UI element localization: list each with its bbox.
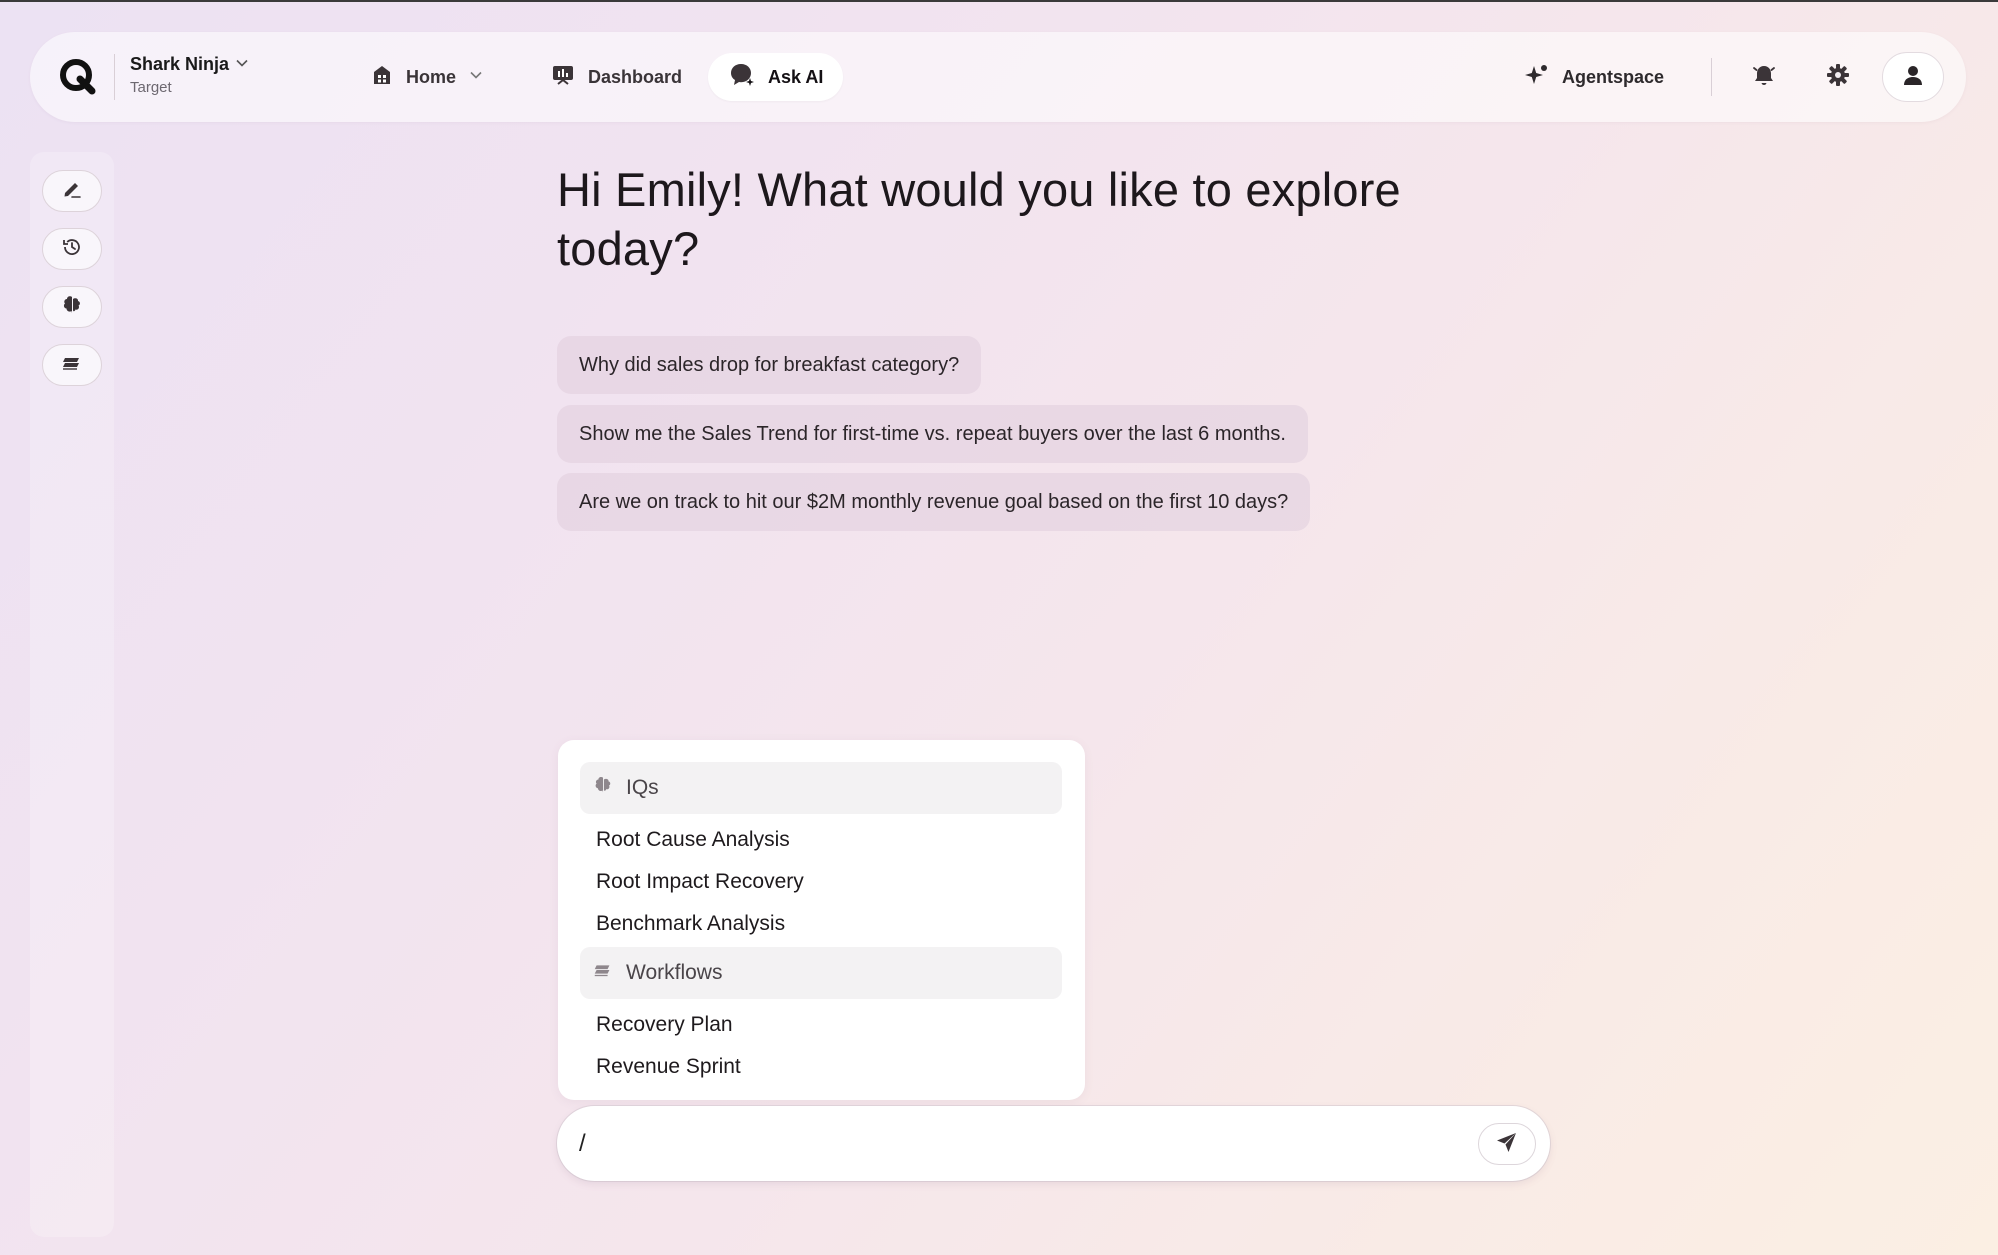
menu-section-iqs: IQs <box>580 762 1062 814</box>
menu-item[interactable]: Root Cause Analysis <box>596 828 790 852</box>
workflows-button[interactable] <box>42 344 102 386</box>
suggestion-chip[interactable]: Are we on track to hit our $2M monthly r… <box>557 473 1311 531</box>
chat-composer <box>557 1106 1550 1181</box>
suggestion-chip[interactable]: Why did sales drop for breakfast categor… <box>557 336 982 394</box>
layers-icon <box>60 351 84 380</box>
send-icon <box>1495 1130 1519 1159</box>
window-top-border <box>0 0 1998 2</box>
agentspace-button[interactable]: Agentspace <box>1508 53 1680 101</box>
app-logo-icon[interactable] <box>54 53 102 101</box>
gear-icon <box>1825 62 1851 93</box>
menu-item[interactable]: Revenue Sprint <box>596 1055 741 1079</box>
nav-ask-ai-label: Ask AI <box>768 66 824 87</box>
iqs-button[interactable] <box>42 286 102 328</box>
nav-divider <box>1711 58 1712 96</box>
chevron-down-icon <box>235 54 249 75</box>
menu-item[interactable]: Recovery Plan <box>596 1013 733 1037</box>
workspace-name: Shark Ninja <box>130 54 230 74</box>
chat-input[interactable] <box>579 1124 1459 1164</box>
history-icon <box>60 235 84 264</box>
send-button[interactable] <box>1478 1123 1536 1165</box>
dashboard-icon <box>550 62 576 93</box>
nav-dashboard-label: Dashboard <box>588 66 683 87</box>
brand-divider <box>114 54 115 100</box>
top-navigation-bar: Shark Ninja Target Home Dashboard Ask AI… <box>30 32 1966 122</box>
suggestion-chip[interactable]: Show me the Sales Trend for first-time v… <box>557 405 1308 463</box>
slash-command-menu: IQs Root Cause Analysis Root Impact Reco… <box>558 740 1085 1100</box>
user-profile-button[interactable] <box>1882 52 1944 102</box>
new-chat-button[interactable] <box>42 170 102 212</box>
nav-home-label: Home <box>406 66 457 87</box>
pencil-icon <box>61 178 83 205</box>
brain-icon <box>592 774 614 802</box>
user-avatar-icon <box>1900 62 1926 93</box>
settings-button[interactable] <box>1814 53 1862 101</box>
layers-icon <box>592 959 614 987</box>
menu-item[interactable]: Benchmark Analysis <box>596 912 785 936</box>
chevron-down-icon <box>468 67 484 88</box>
menu-section-workflows: Workflows <box>580 947 1062 999</box>
ask-ai-icon <box>728 61 756 94</box>
menu-item[interactable]: Root Impact Recovery <box>596 870 804 894</box>
menu-section-title: Workflows <box>626 961 723 984</box>
workspace-subtitle: Target <box>130 79 172 96</box>
history-button[interactable] <box>42 228 102 270</box>
left-sidebar <box>30 152 114 1237</box>
notifications-button[interactable] <box>1740 53 1788 101</box>
sparkle-icon <box>1524 62 1550 93</box>
home-icon <box>370 63 394 92</box>
menu-section-title: IQs <box>626 776 659 799</box>
brain-icon <box>60 293 84 322</box>
nav-ask-ai[interactable]: Ask AI <box>708 53 844 101</box>
nav-dashboard[interactable]: Dashboard <box>530 53 702 101</box>
page-greeting: Hi Emily! What would you like to explore… <box>557 163 1401 275</box>
agentspace-label: Agentspace <box>1562 66 1665 87</box>
nav-home[interactable]: Home <box>350 53 504 101</box>
workspace-switcher[interactable]: Shark Ninja Target <box>130 54 249 96</box>
bell-icon <box>1750 61 1778 94</box>
